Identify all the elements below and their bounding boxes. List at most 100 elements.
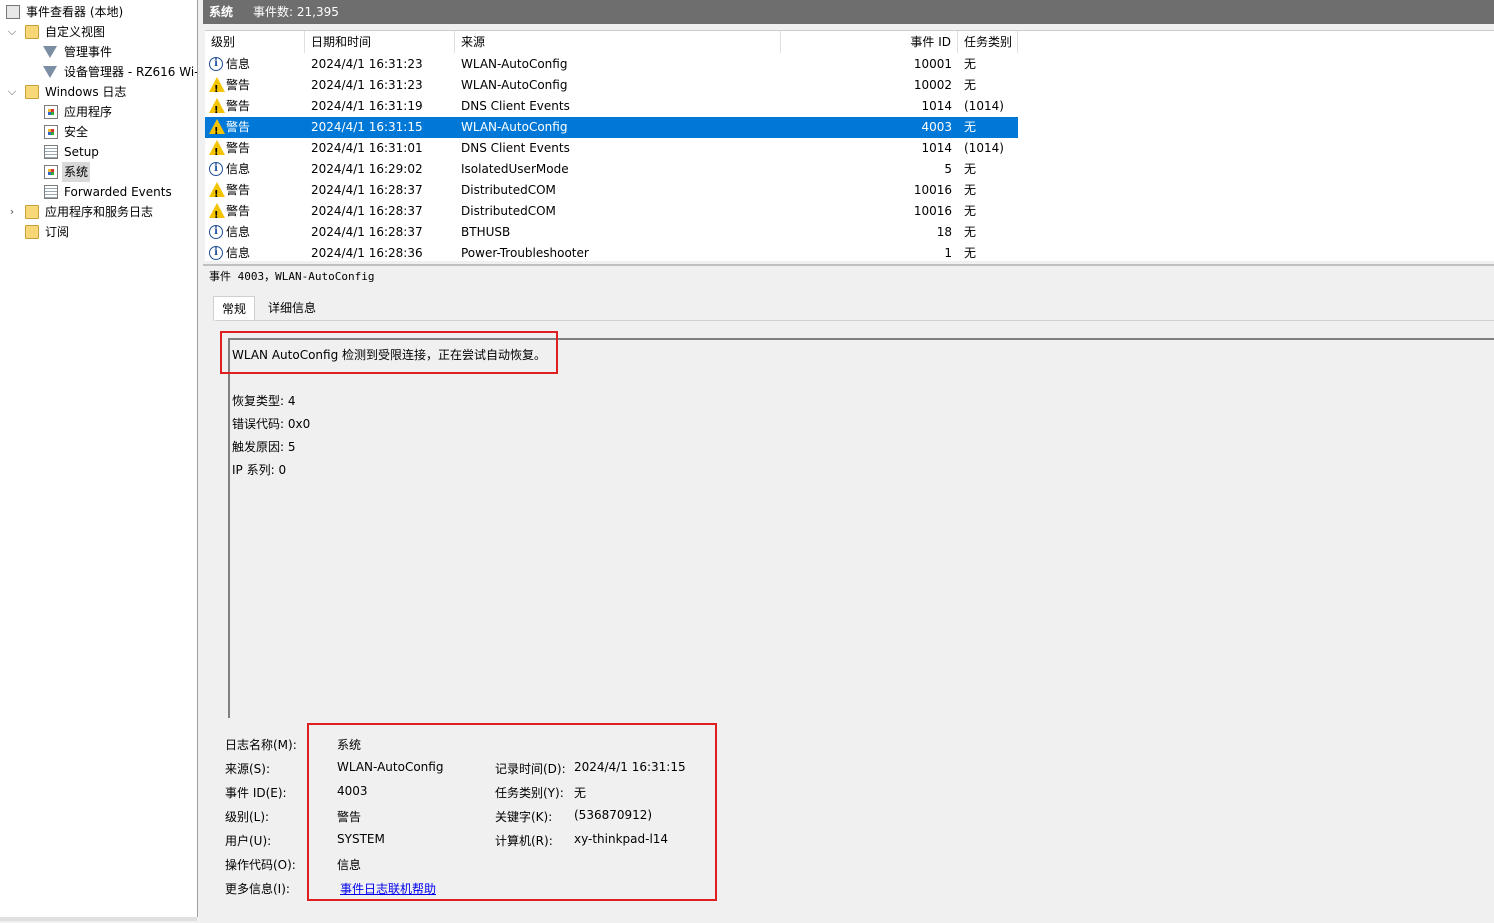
value-level: 警告 <box>337 810 362 824</box>
event-row[interactable]: 信息 2024/4/1 16:31:23 WLAN-AutoConfig 10001 无 <box>205 54 1018 75</box>
warning-icon <box>209 203 225 226</box>
value-logged: 2024/4/1 16:31:15 <box>574 760 686 774</box>
event-id: 1014 <box>921 99 952 113</box>
event-detail-pane: 事件 4003，WLAN-AutoConfig 常规 详细信息 WLAN Aut… <box>203 264 1494 923</box>
event-task: 无 <box>964 120 977 134</box>
label-opcode: 操作代码(O): <box>225 858 296 872</box>
filter-icon <box>43 66 57 78</box>
event-level: 警告 <box>226 141 251 155</box>
tab-general[interactable]: 常规 <box>213 296 256 321</box>
warning-icon <box>209 182 225 205</box>
event-datetime: 2024/4/1 16:29:02 <box>311 162 423 176</box>
column-header-task[interactable]: 任务类别 <box>958 31 1018 53</box>
warning-icon <box>209 119 225 142</box>
online-help-link[interactable]: 事件日志联机帮助 <box>340 880 436 897</box>
event-row[interactable]: 信息 2024/4/1 16:28:36 Power-Troubleshooter 1… <box>205 243 1018 261</box>
event-id: 10002 <box>913 78 952 92</box>
event-level: 信息 <box>226 57 251 71</box>
label-keywords: 关键字(K): <box>495 810 553 824</box>
column-header-event-id[interactable]: 事件 ID <box>781 31 958 53</box>
log-icon <box>44 125 58 139</box>
event-count: 事件数: 21,395 <box>253 5 339 19</box>
event-datetime: 2024/4/1 16:28:36 <box>311 246 423 260</box>
column-header-datetime[interactable]: 日期和时间 <box>305 31 455 53</box>
warning-icon <box>209 77 225 100</box>
event-task: 无 <box>964 225 977 239</box>
event-level: 信息 <box>226 225 251 239</box>
recovery-type: 恢复类型: 4 <box>232 394 296 408</box>
event-source: DNS Client Events <box>461 141 570 155</box>
value-computer: xy-thinkpad-l14 <box>574 832 669 846</box>
event-row[interactable]: 警告 2024/4/1 16:28:37 DistributedCOM 10016 无 <box>205 180 1018 205</box>
folder-icon <box>25 205 39 219</box>
info-icon <box>209 162 223 176</box>
column-header-source[interactable]: 来源 <box>455 31 781 53</box>
label-source: 来源(S): <box>225 762 271 776</box>
event-datetime: 2024/4/1 16:31:01 <box>311 141 423 155</box>
event-datetime: 2024/4/1 16:31:23 <box>311 57 423 71</box>
chevron-down-icon[interactable]: ⌵ <box>6 82 18 102</box>
event-row[interactable]: 警告 2024/4/1 16:31:19 DNS Client Events 1014… <box>205 96 1018 121</box>
event-viewer-icon <box>6 5 20 19</box>
event-source: DNS Client Events <box>461 99 570 113</box>
chevron-right-icon[interactable]: › <box>6 202 18 222</box>
warning-icon <box>209 98 225 121</box>
ip-family: IP 系列: 0 <box>232 463 287 477</box>
column-header-level[interactable]: 级别 <box>205 31 305 53</box>
label-task: 任务类别(Y): <box>495 786 564 800</box>
detail-title: 事件 4003，WLAN-AutoConfig <box>209 270 375 283</box>
event-source: IsolatedUserMode <box>461 162 569 176</box>
label-computer: 计算机(R): <box>495 834 553 848</box>
event-task: 无 <box>964 78 977 92</box>
label-level: 级别(L): <box>225 810 270 824</box>
event-source: DistributedCOM <box>461 183 556 197</box>
filter-icon <box>43 46 57 58</box>
value-source: WLAN-AutoConfig <box>337 760 444 774</box>
event-task: 无 <box>964 57 977 71</box>
description-text: WLAN AutoConfig 检测到受限连接，正在尝试自动恢复。 <box>232 348 547 362</box>
log-icon <box>44 145 58 159</box>
event-id: 10016 <box>913 183 952 197</box>
event-task: 无 <box>964 204 977 218</box>
value-keywords: (536870912) <box>574 808 653 822</box>
event-task: 无 <box>964 162 977 176</box>
event-row[interactable]: 警告 2024/4/1 16:31:15 WLAN-AutoConfig 4003 无 <box>205 117 1018 142</box>
value-user: SYSTEM <box>337 832 385 846</box>
event-row[interactable]: 警告 2024/4/1 16:31:01 DNS Client Events 1014… <box>205 138 1018 163</box>
event-level: 警告 <box>226 204 251 218</box>
event-id: 10016 <box>913 204 952 218</box>
event-id: 4003 <box>921 120 952 134</box>
tab-divider <box>215 320 1494 321</box>
event-datetime: 2024/4/1 16:28:37 <box>311 225 423 239</box>
folder-icon <box>25 85 39 99</box>
trigger-reason: 触发原因: 5 <box>232 440 296 454</box>
event-row[interactable]: 信息 2024/4/1 16:28:37 BTHUSB 18 无 <box>205 222 1018 243</box>
event-id: 10001 <box>913 57 952 71</box>
tab-details[interactable]: 详细信息 <box>260 296 324 320</box>
event-source: WLAN-AutoConfig <box>461 78 568 92</box>
description-box[interactable]: WLAN AutoConfig 检测到受限连接，正在尝试自动恢复。 恢复类型: … <box>228 338 1494 718</box>
info-icon <box>209 246 223 260</box>
value-event-id: 4003 <box>337 784 368 798</box>
value-task: 无 <box>574 786 587 800</box>
event-source: WLAN-AutoConfig <box>461 57 568 71</box>
event-level: 信息 <box>226 162 251 176</box>
chevron-down-icon[interactable]: ⌵ <box>6 22 18 42</box>
event-row[interactable]: 警告 2024/4/1 16:28:37 DistributedCOM 10016 无 <box>205 201 1018 226</box>
tree-scrollbar[interactable] <box>0 917 197 921</box>
event-id: 18 <box>936 225 952 239</box>
event-row[interactable]: 信息 2024/4/1 16:29:02 IsolatedUserMode 5无 <box>205 159 1018 180</box>
event-row[interactable]: 警告 2024/4/1 16:31:23 WLAN-AutoConfig 10002 无 <box>205 75 1018 100</box>
value-opcode: 信息 <box>337 858 362 872</box>
info-icon <box>209 57 223 71</box>
error-code: 错误代码: 0x0 <box>232 417 311 431</box>
event-level: 警告 <box>226 183 251 197</box>
event-task: (1014) <box>964 99 1004 113</box>
event-datetime: 2024/4/1 16:31:15 <box>311 120 423 134</box>
event-datetime: 2024/4/1 16:28:37 <box>311 183 423 197</box>
label-user: 用户(U): <box>225 834 272 848</box>
event-id: 5 <box>944 162 952 176</box>
event-id: 1 <box>944 246 952 260</box>
log-icon <box>44 165 58 179</box>
event-level: 警告 <box>226 120 251 134</box>
